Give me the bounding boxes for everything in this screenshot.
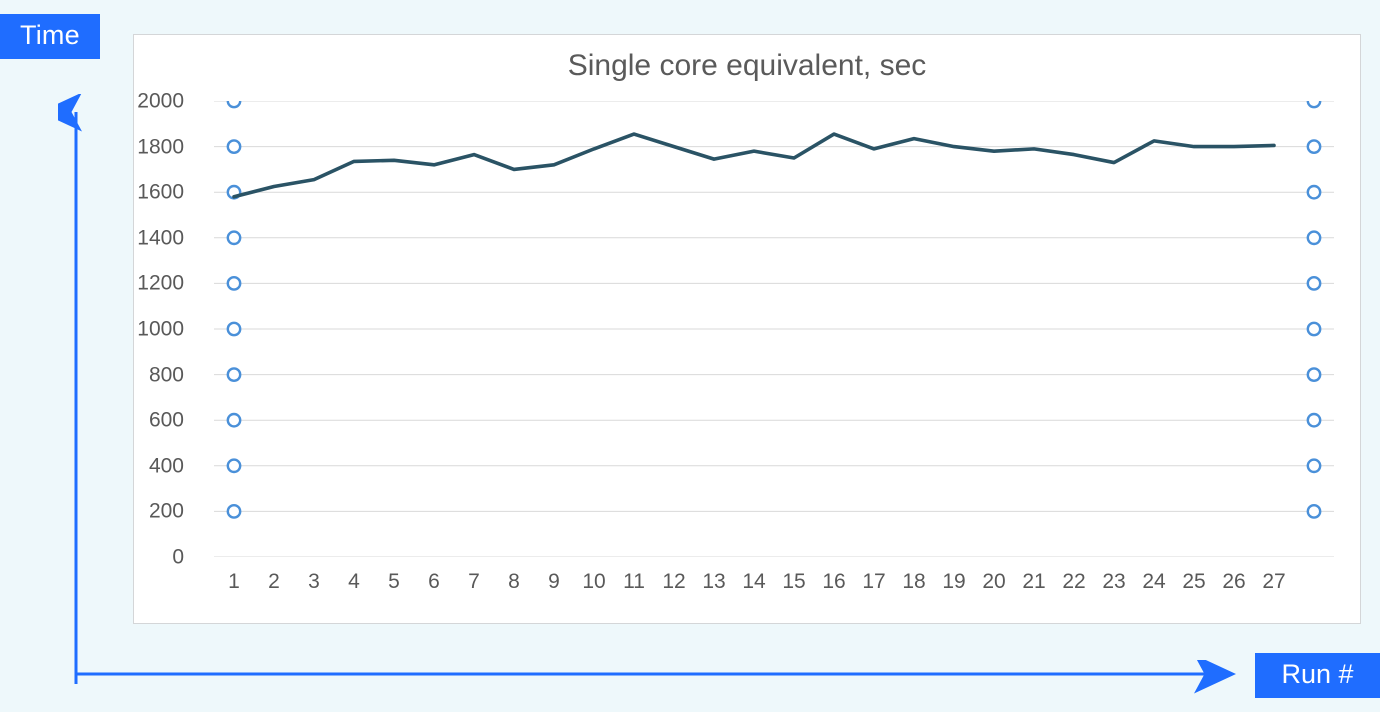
marker-ring-icon xyxy=(1308,140,1320,152)
marker-ring-icon xyxy=(228,368,240,380)
marker-ring-icon xyxy=(1308,414,1320,426)
x-tick-label: 1 xyxy=(213,571,255,592)
axis-arrow-x-icon xyxy=(58,660,1248,700)
x-tick-label: 6 xyxy=(413,571,455,592)
y-tick-label: 1400 xyxy=(114,227,184,248)
chart-plot: 0200400600800100012001400160018002000123… xyxy=(214,101,1334,557)
x-tick-label: 20 xyxy=(973,571,1015,592)
x-tick-label: 2 xyxy=(253,571,295,592)
x-tick-label: 14 xyxy=(733,571,775,592)
x-tick-label: 10 xyxy=(573,571,615,592)
y-tick-label: 0 xyxy=(114,547,184,568)
axis-label-y: Time xyxy=(0,14,100,59)
x-tick-label: 5 xyxy=(373,571,415,592)
chart-title: Single core equivalent, sec xyxy=(134,49,1360,83)
marker-ring-icon xyxy=(1308,323,1320,335)
x-tick-label: 25 xyxy=(1173,571,1215,592)
marker-ring-icon xyxy=(228,323,240,335)
marker-ring-icon xyxy=(228,140,240,152)
y-tick-label: 1000 xyxy=(114,319,184,340)
y-tick-label: 2000 xyxy=(114,91,184,112)
x-tick-label: 4 xyxy=(333,571,375,592)
marker-ring-icon xyxy=(1308,368,1320,380)
marker-ring-icon xyxy=(1308,505,1320,517)
y-tick-label: 600 xyxy=(114,410,184,431)
y-tick-label: 1800 xyxy=(114,136,184,157)
marker-ring-icon xyxy=(228,101,240,107)
x-tick-label: 7 xyxy=(453,571,495,592)
marker-ring-icon xyxy=(1308,277,1320,289)
marker-ring-icon xyxy=(228,414,240,426)
x-tick-label: 3 xyxy=(293,571,335,592)
marker-ring-icon xyxy=(1308,460,1320,472)
marker-ring-icon xyxy=(228,460,240,472)
y-tick-label: 800 xyxy=(114,364,184,385)
x-tick-label: 24 xyxy=(1133,571,1175,592)
chart-panel: Single core equivalent, sec 020040060080… xyxy=(133,34,1361,624)
x-tick-label: 18 xyxy=(893,571,935,592)
x-tick-label: 21 xyxy=(1013,571,1055,592)
chart-svg xyxy=(214,101,1334,557)
marker-ring-icon xyxy=(228,277,240,289)
x-tick-label: 16 xyxy=(813,571,855,592)
x-tick-label: 8 xyxy=(493,571,535,592)
x-tick-label: 26 xyxy=(1213,571,1255,592)
y-tick-label: 1200 xyxy=(114,273,184,294)
series-line xyxy=(234,134,1274,197)
marker-ring-icon xyxy=(1308,186,1320,198)
x-tick-label: 9 xyxy=(533,571,575,592)
axis-label-x: Run # xyxy=(1255,653,1380,698)
x-tick-label: 17 xyxy=(853,571,895,592)
x-tick-label: 27 xyxy=(1253,571,1295,592)
x-tick-label: 15 xyxy=(773,571,815,592)
x-tick-label: 11 xyxy=(613,571,655,592)
x-tick-label: 12 xyxy=(653,571,695,592)
marker-ring-icon xyxy=(1308,101,1320,107)
x-tick-label: 23 xyxy=(1093,571,1135,592)
x-tick-label: 19 xyxy=(933,571,975,592)
y-tick-label: 200 xyxy=(114,501,184,522)
x-tick-label: 13 xyxy=(693,571,735,592)
x-tick-label: 22 xyxy=(1053,571,1095,592)
marker-ring-icon xyxy=(228,232,240,244)
axis-arrow-y-icon xyxy=(58,94,98,692)
y-tick-label: 1600 xyxy=(114,182,184,203)
marker-ring-icon xyxy=(228,505,240,517)
marker-ring-icon xyxy=(1308,232,1320,244)
y-tick-label: 400 xyxy=(114,455,184,476)
